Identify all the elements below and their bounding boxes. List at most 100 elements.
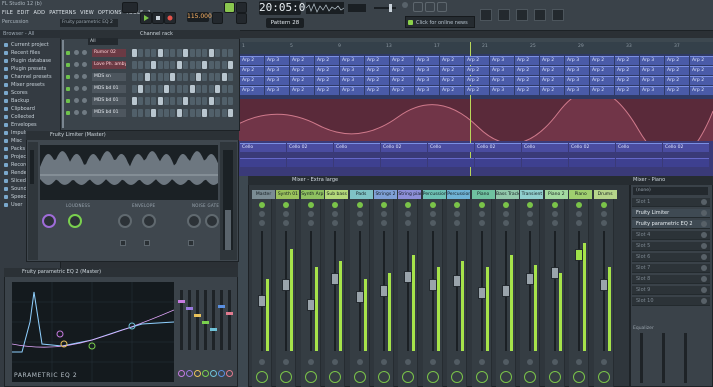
step-button[interactable] bbox=[138, 49, 144, 57]
step-button[interactable] bbox=[132, 61, 137, 69]
tempo-display[interactable]: 115.000 bbox=[187, 12, 212, 22]
playlist-clip[interactable]: Arp 3 bbox=[565, 56, 589, 65]
step-button[interactable] bbox=[138, 109, 144, 117]
eq-band-thumb[interactable] bbox=[226, 312, 233, 315]
mixer-track-label[interactable]: Percussion bbox=[422, 190, 446, 199]
step-button[interactable] bbox=[196, 85, 201, 93]
mixer-fader[interactable] bbox=[380, 285, 388, 297]
step-button[interactable] bbox=[183, 49, 189, 57]
mixer-pan-knob[interactable] bbox=[576, 211, 583, 217]
mixer-track-enable-led[interactable] bbox=[576, 202, 583, 208]
playlist-clip[interactable]: Arp 3 bbox=[640, 76, 664, 85]
playlist-clip[interactable] bbox=[475, 158, 521, 167]
mixer-route-button[interactable] bbox=[405, 359, 412, 365]
channel-volume-knob[interactable] bbox=[74, 62, 79, 67]
mixer-fader[interactable] bbox=[575, 249, 584, 261]
menu-item-add[interactable]: ADD bbox=[33, 10, 45, 18]
mixer-stereo-knob[interactable] bbox=[503, 220, 509, 226]
eq-band-knob[interactable] bbox=[178, 370, 185, 377]
playlist-clip[interactable]: Arp 3 bbox=[640, 86, 664, 95]
mixer-track-enable-led[interactable] bbox=[405, 202, 412, 208]
playlist-clip[interactable]: Arp 2 bbox=[665, 66, 689, 75]
playlist-clip[interactable]: Arp 2 bbox=[540, 76, 564, 85]
step-button[interactable] bbox=[228, 49, 233, 57]
browser-item[interactable]: Misc bbox=[4, 137, 22, 145]
mixer-stereo-knob[interactable] bbox=[405, 220, 412, 226]
channel-name-button[interactable]: MDS sn bbox=[92, 73, 126, 81]
step-button[interactable] bbox=[228, 61, 233, 69]
playlist-clip[interactable]: Arp 2 bbox=[390, 56, 414, 65]
playlist-clip[interactable]: Arp 3 bbox=[340, 66, 364, 75]
mixer-pan-knob[interactable] bbox=[600, 211, 607, 217]
mixer-send-knob[interactable] bbox=[548, 371, 561, 383]
mixer-stereo-knob[interactable] bbox=[478, 220, 485, 226]
mixer-stereo-knob[interactable] bbox=[600, 220, 607, 226]
mixer-fx-slot-mix-knob[interactable] bbox=[701, 232, 707, 238]
eq-band-slider[interactable] bbox=[188, 290, 191, 350]
step-button[interactable] bbox=[221, 85, 227, 93]
step-button[interactable] bbox=[170, 73, 176, 81]
mixer-fx-slot-mix-knob[interactable] bbox=[701, 276, 707, 282]
playlist-clip[interactable] bbox=[616, 158, 662, 167]
eq-band-slider[interactable] bbox=[228, 290, 231, 350]
step-button[interactable] bbox=[183, 97, 189, 105]
eq-band-slider[interactable] bbox=[196, 290, 199, 350]
browser-item[interactable]: Scores bbox=[4, 89, 28, 97]
mixer-track-label[interactable]: Synth 01 bbox=[276, 190, 300, 199]
mixer-track-label[interactable]: Strings 2 bbox=[374, 190, 397, 199]
playlist-clip[interactable]: Cello 02 bbox=[287, 143, 333, 152]
step-button[interactable] bbox=[151, 109, 157, 117]
mixer-send-knob[interactable] bbox=[451, 371, 464, 383]
step-button[interactable] bbox=[170, 49, 176, 57]
eq-band-slider[interactable] bbox=[212, 290, 215, 350]
playlist-clip[interactable]: Arp 2 bbox=[465, 76, 489, 85]
step-button[interactable] bbox=[228, 109, 233, 117]
play-button[interactable] bbox=[140, 12, 152, 24]
eq-band-knob[interactable] bbox=[202, 370, 209, 377]
channel-mute-led[interactable] bbox=[66, 99, 70, 103]
channel-rack-scrollbar[interactable] bbox=[62, 40, 64, 128]
countdown-button[interactable] bbox=[236, 13, 247, 24]
channel-mute-led[interactable] bbox=[66, 111, 70, 115]
menu-item-patterns[interactable]: PATTERNS bbox=[49, 10, 76, 18]
mixer-fx-slot-mix-knob[interactable] bbox=[701, 287, 707, 293]
mixer-fader[interactable] bbox=[599, 279, 608, 291]
playlist-clip[interactable]: Arp 2 bbox=[690, 76, 713, 85]
mixer-track-label[interactable]: Pads bbox=[349, 190, 373, 199]
step-button[interactable] bbox=[132, 73, 137, 81]
playlist-clip[interactable]: Arp 2 bbox=[290, 86, 314, 95]
playlist-clip[interactable]: Arp 2 bbox=[615, 66, 639, 75]
playlist-clip[interactable]: Arp 2 bbox=[440, 56, 464, 65]
mixer-track-enable-led[interactable] bbox=[478, 202, 485, 208]
mixer-stereo-knob[interactable] bbox=[283, 220, 290, 226]
mixer-fader[interactable] bbox=[404, 270, 413, 283]
online-news-button[interactable]: Click for online news bbox=[405, 16, 475, 28]
mixer-fx-slot-mix-knob[interactable] bbox=[701, 254, 707, 260]
mixer-track-label[interactable]: Bass Track bbox=[496, 190, 519, 199]
playlist-clip[interactable]: Arp 2 bbox=[515, 86, 539, 95]
mixer-track-enable-led[interactable] bbox=[259, 202, 265, 208]
playlist-window-icon[interactable] bbox=[480, 9, 492, 21]
piano-roll-window-icon[interactable] bbox=[498, 9, 510, 21]
playlist-clip[interactable]: Cello 02 bbox=[663, 143, 709, 152]
pattern-song-toggle[interactable] bbox=[122, 2, 138, 13]
step-button[interactable] bbox=[138, 97, 144, 105]
playlist-clip[interactable]: Arp 2 bbox=[590, 66, 614, 75]
eq-band-thumb[interactable] bbox=[194, 314, 201, 317]
mixer-pan-knob[interactable] bbox=[332, 211, 339, 217]
step-button[interactable] bbox=[208, 109, 214, 117]
mixer-pan-knob[interactable] bbox=[454, 211, 461, 217]
playlist-clip[interactable]: Arp 2 bbox=[540, 86, 564, 95]
playlist-clip[interactable]: Arp 2 bbox=[465, 66, 489, 75]
step-button[interactable] bbox=[164, 61, 169, 69]
mixer-pan-knob[interactable] bbox=[405, 211, 412, 217]
playlist-clip[interactable]: Arp 3 bbox=[265, 86, 289, 95]
playlist-clip[interactable]: Cello bbox=[240, 143, 286, 152]
playlist-clip[interactable]: Arp 3 bbox=[415, 86, 439, 95]
playlist-clip[interactable]: Arp 3 bbox=[415, 66, 439, 75]
playlist-clip[interactable]: Arp 3 bbox=[490, 86, 514, 95]
channel-volume-knob[interactable] bbox=[74, 74, 79, 79]
step-button[interactable] bbox=[228, 97, 233, 105]
playlist-clip[interactable]: Arp 2 bbox=[465, 56, 489, 65]
mixer-fx-slot-mix-knob[interactable] bbox=[701, 210, 707, 216]
